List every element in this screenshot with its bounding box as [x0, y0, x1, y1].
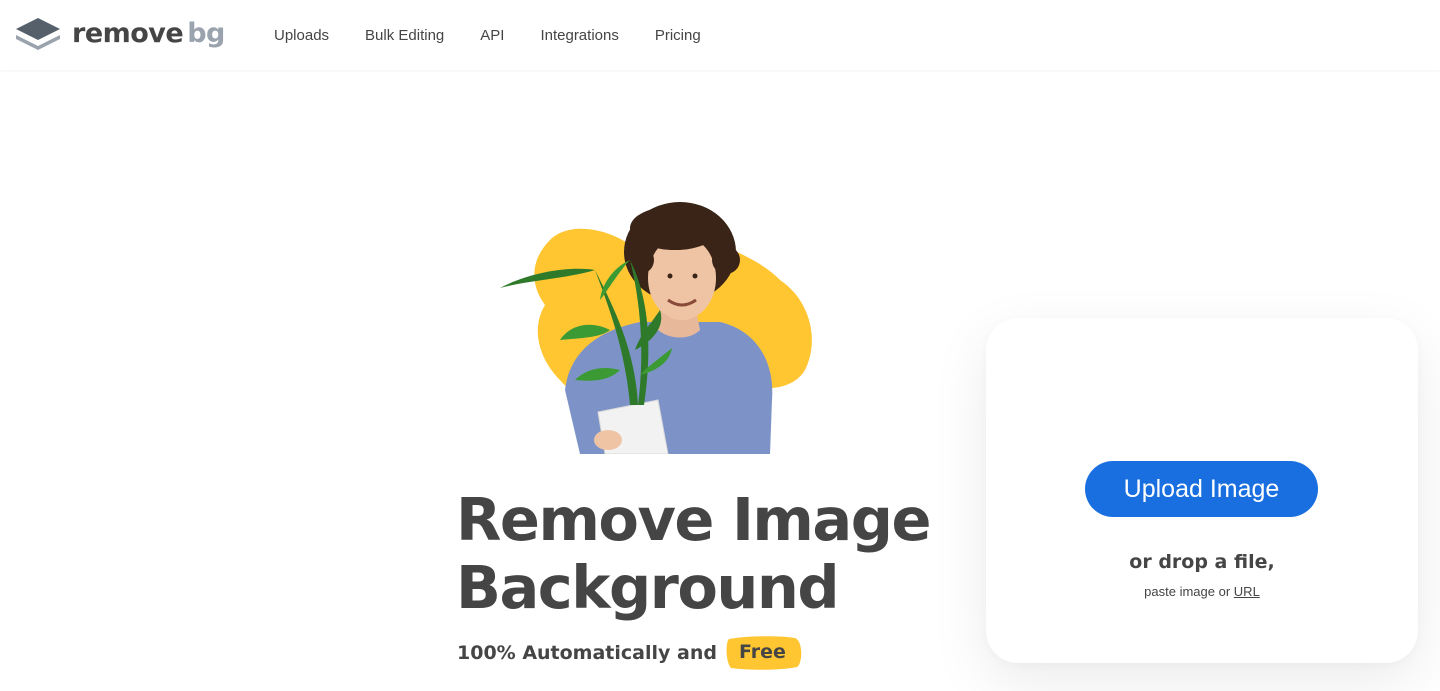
- free-label: Free: [738, 641, 786, 663]
- nav-item-api[interactable]: API: [480, 27, 504, 44]
- paste-prefix: paste image or: [1144, 584, 1231, 599]
- hero-subline: 100% Automatically and Free: [457, 636, 802, 670]
- hero-headline: Remove Image Background: [456, 486, 976, 622]
- top-header: remove bg Uploads Bulk Editing API Integr…: [0, 0, 1440, 70]
- logo-wordmark: remove bg: [72, 18, 225, 50]
- nav-item-uploads[interactable]: Uploads: [274, 27, 329, 44]
- nav-item-integrations[interactable]: Integrations: [540, 27, 618, 44]
- logo-word-remove: remove: [72, 18, 184, 49]
- removebg-logo[interactable]: remove bg: [16, 18, 225, 50]
- nav-item-pricing[interactable]: Pricing: [655, 27, 701, 44]
- upload-card[interactable]: Upload Image or drop a file, paste image…: [986, 318, 1418, 663]
- person-holding-plant-image: [500, 202, 812, 454]
- subline-text: 100% Automatically and: [457, 642, 717, 664]
- drop-file-text: or drop a file,: [1129, 551, 1275, 573]
- tshirt-shape: [565, 322, 773, 454]
- nav-item-bulk-editing[interactable]: Bulk Editing: [365, 27, 444, 44]
- headline-line-1: Remove Image: [456, 485, 931, 554]
- layers-icon: [16, 18, 60, 50]
- upload-image-button[interactable]: Upload Image: [1085, 461, 1318, 517]
- url-link[interactable]: URL: [1234, 584, 1260, 599]
- paste-image-text: paste image or URL: [986, 584, 1418, 599]
- free-badge: Free: [726, 636, 802, 670]
- headline-line-2: Background: [456, 553, 840, 622]
- logo-word-bg: bg: [187, 18, 225, 49]
- main-nav: Uploads Bulk Editing API Integrations Pr…: [274, 0, 737, 70]
